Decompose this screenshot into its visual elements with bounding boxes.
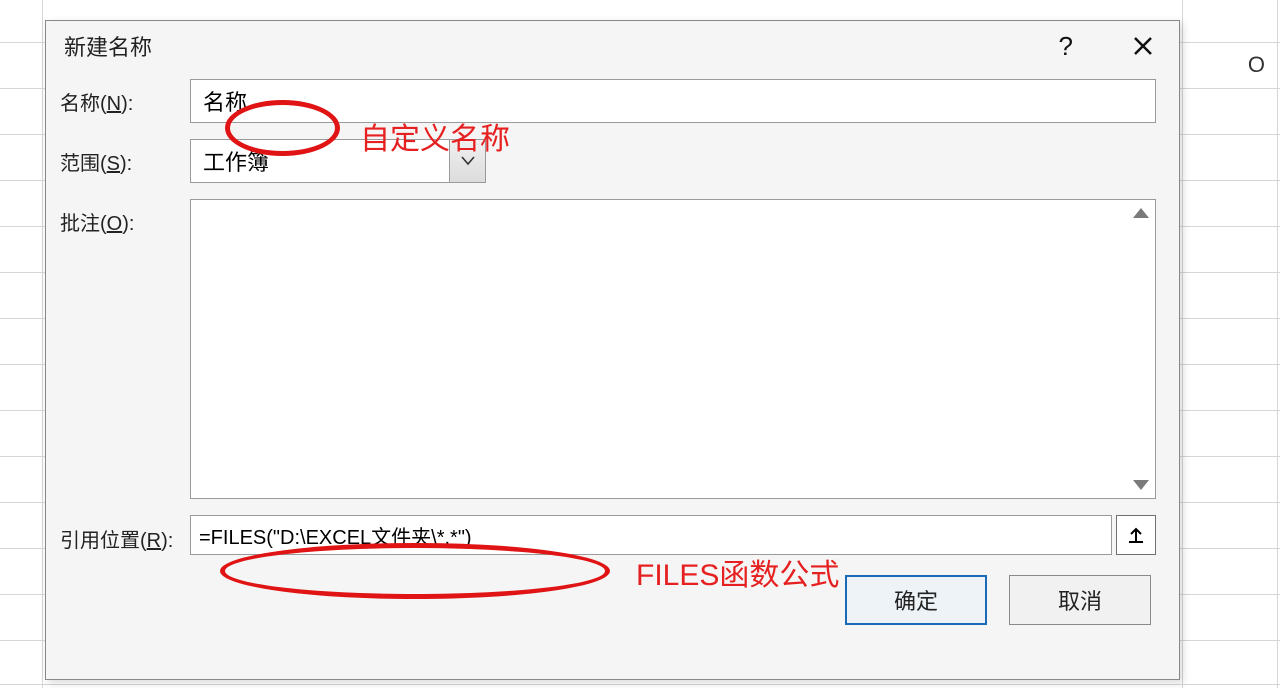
scope-value: 工作簿 (190, 139, 450, 183)
label-comment: 批注(O): (60, 199, 190, 236)
comment-scrollbar[interactable] (1127, 200, 1155, 498)
dialog-button-row: 确定 取消 (60, 555, 1165, 625)
row-name: 名称(N): (60, 79, 1165, 123)
chevron-down-icon (461, 156, 475, 166)
label-scope: 范围(S): (60, 139, 190, 176)
dialog-title: 新建名称 (64, 30, 1049, 62)
collapse-icon (1127, 526, 1145, 544)
column-header-o: O (1248, 52, 1265, 78)
label-name: 名称(N): (60, 79, 190, 116)
scroll-down-icon (1132, 478, 1150, 492)
scroll-up-icon (1132, 206, 1150, 220)
dialog-titlebar: 新建名称 ? (46, 21, 1179, 71)
cancel-button[interactable]: 取消 (1009, 575, 1151, 625)
label-reference: 引用位置(R): (60, 518, 190, 553)
row-scope: 范围(S): 工作簿 (60, 139, 1165, 183)
name-input[interactable] (190, 79, 1156, 123)
scope-dropdown-button[interactable] (450, 139, 486, 183)
row-comment: 批注(O): (60, 199, 1165, 499)
new-name-dialog: 新建名称 ? 名称(N): 范围(S): 工作簿 (45, 20, 1180, 680)
row-reference: 引用位置(R): (60, 515, 1165, 555)
close-button[interactable] (1123, 32, 1163, 60)
close-icon (1133, 36, 1153, 56)
scope-select[interactable]: 工作簿 (190, 139, 486, 183)
ok-button[interactable]: 确定 (845, 575, 987, 625)
reference-input[interactable] (190, 515, 1112, 555)
comment-textarea[interactable] (190, 199, 1156, 499)
help-button[interactable]: ? (1049, 29, 1083, 63)
collapse-dialog-button[interactable] (1116, 515, 1156, 555)
